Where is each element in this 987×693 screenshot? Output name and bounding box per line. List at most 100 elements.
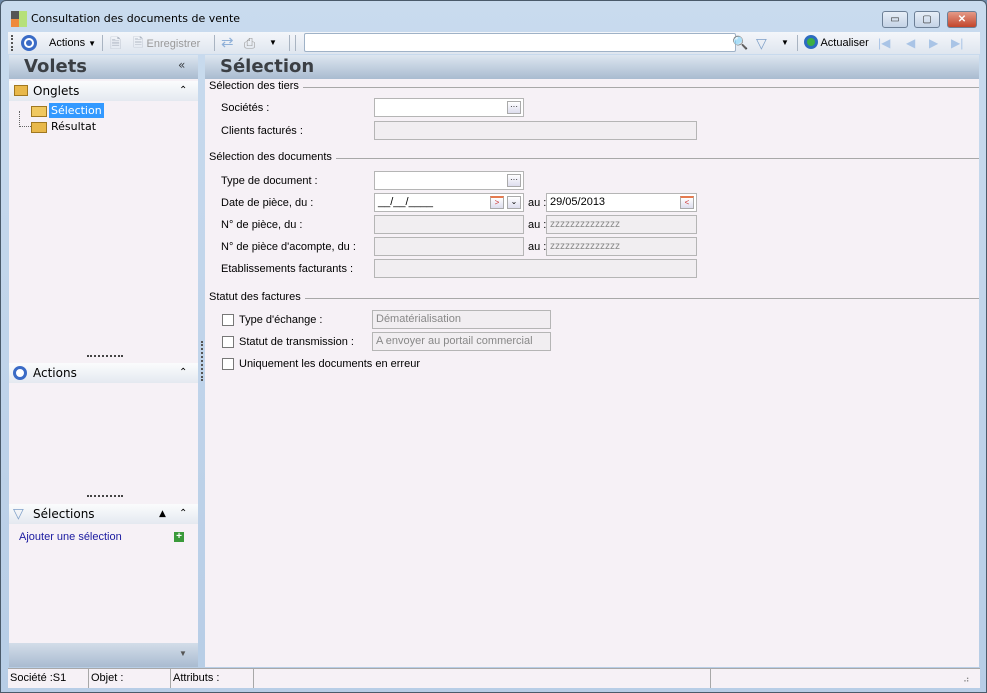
acompte-to-input[interactable]: zzzzzzzzzzzzzz (546, 237, 697, 256)
tree-line (19, 111, 31, 127)
print-dropdown-icon[interactable]: ▼ (269, 32, 277, 54)
actions-icon (13, 366, 27, 380)
societes-input[interactable]: ··· (374, 98, 524, 117)
onglets-header[interactable]: Onglets ⌃ (9, 81, 198, 101)
collapse-section-icon[interactable]: ⌃ (179, 81, 187, 101)
sync-icon[interactable]: ⇄ (221, 32, 234, 54)
volets-header: Volets « (9, 55, 198, 79)
search-icon[interactable]: 🔍 (732, 32, 748, 54)
chevron-down-icon: ▼ (88, 39, 97, 48)
calendar-next-icon[interactable]: > (490, 196, 504, 209)
previous-record-icon[interactable]: ◀ (906, 32, 915, 54)
maximize-button[interactable]: ▢ (914, 11, 940, 28)
num-piece-label: N° de pièce, du : (221, 219, 303, 231)
date-to-value: 29/05/2013 (550, 196, 606, 208)
clients-input[interactable] (374, 121, 697, 140)
status-societe: Société :S1 (8, 669, 89, 688)
minimize-button[interactable]: ▭ (882, 11, 908, 28)
status-bar: Société :S1 Objet : Attributs : ⠴ (8, 668, 980, 688)
au-label: au : (528, 219, 547, 231)
app-logo-icon (11, 11, 27, 27)
actions-menu-button[interactable]: Actions ▼ (49, 32, 96, 54)
num-piece-to-input[interactable]: zzzzzzzzzzzzzz (546, 215, 697, 234)
refresh-icon (804, 35, 818, 49)
window-title: Consultation des documents de vente (31, 12, 241, 25)
tree-item-resultat[interactable]: Résultat (51, 120, 96, 133)
filter-icon[interactable]: ▽ (756, 32, 767, 54)
statut-transmission-checkbox[interactable] (222, 336, 234, 348)
status-empty (254, 669, 711, 688)
toolbar-separator (214, 35, 215, 51)
clients-label: Clients facturés : (221, 125, 303, 137)
onglets-title: Onglets (33, 84, 80, 98)
collapse-section-icon[interactable]: ⌃ (179, 363, 187, 383)
group-tiers-legend: Sélection des tiers (209, 80, 303, 92)
window: Consultation des documents de vente ▭ ▢ … (0, 0, 987, 693)
chevron-down-icon[interactable]: ▼ (179, 649, 187, 658)
page-title: Sélection (220, 56, 315, 77)
tree-item-selection[interactable]: Sélection (49, 103, 104, 118)
side-panel: Volets « Onglets ⌃ Sélection Résultat Ac… (9, 55, 198, 667)
panel-footer: ▼ (9, 643, 198, 667)
status-attributs: Attributs : (171, 669, 254, 688)
etablissements-label: Etablissements facturants : (221, 263, 354, 275)
au-label: au : (528, 241, 547, 253)
toolbar-separator (102, 35, 103, 51)
type-echange-input[interactable]: Dématérialisation (372, 310, 551, 329)
filter-icon: ▽ (13, 506, 24, 522)
scroll-up-icon[interactable]: ▲ (159, 504, 166, 524)
actions-section-header[interactable]: Actions ⌃ (9, 363, 198, 383)
acompte-label: N° de pièce d'acompte, du : (221, 241, 356, 253)
title-bar: Consultation des documents de vente ▭ ▢ … (1, 1, 986, 31)
print-icon[interactable]: ⎙ (244, 32, 255, 54)
search-input[interactable] (304, 33, 736, 52)
statut-transmission-label: Statut de transmission : (239, 336, 354, 348)
selection-header: Sélection (205, 55, 979, 79)
last-record-icon[interactable]: ▶| (951, 32, 963, 54)
preview-icon[interactable]: 🗎 (110, 32, 121, 54)
selections-section-header[interactable]: ▽ Sélections ▲ ⌃ (9, 504, 198, 524)
close-button[interactable]: ✕ (947, 11, 977, 28)
type-echange-label: Type d'échange : (239, 314, 323, 326)
refresh-button[interactable]: Actualiser (804, 32, 869, 54)
num-piece-from-input[interactable] (374, 215, 524, 234)
add-icon[interactable]: + (174, 532, 184, 542)
group-statut-legend: Statut des factures (209, 291, 305, 303)
calendar-prev-icon[interactable]: < (680, 196, 694, 209)
collapse-section-icon[interactable]: ⌃ (179, 504, 187, 524)
filter-dropdown-icon[interactable]: ▼ (781, 32, 789, 54)
resize-grip-icon[interactable]: ⠴ (963, 674, 970, 685)
volets-title: Volets (24, 56, 88, 77)
etablissements-input[interactable] (374, 259, 697, 278)
erreur-checkbox[interactable] (222, 358, 234, 370)
splitter-handle[interactable] (87, 355, 123, 357)
browse-button[interactable]: ··· (507, 101, 521, 114)
save-button[interactable]: 🗎 Enregistrer (133, 32, 200, 54)
actions-icon (21, 35, 37, 51)
divider (209, 87, 979, 88)
date-from-value: __/__/____ (378, 196, 434, 208)
status-objet: Objet : (89, 669, 171, 688)
add-selection-link[interactable]: Ajouter une sélection (19, 531, 122, 543)
acompte-from-input[interactable] (374, 237, 524, 256)
main-content: Sélection Sélection des tiers Sociétés :… (205, 55, 979, 667)
browse-button[interactable]: ··· (507, 174, 521, 187)
folder-icon (31, 122, 47, 133)
statut-transmission-input[interactable]: A envoyer au portail commercial (372, 332, 551, 351)
toolbar-separator (295, 35, 296, 51)
vertical-splitter[interactable] (201, 341, 203, 381)
date-to-input[interactable]: 29/05/2013 < (546, 193, 697, 212)
splitter-handle[interactable] (87, 495, 123, 497)
group-documents-legend: Sélection des documents (209, 151, 336, 163)
erreur-label: Uniquement les documents en erreur (239, 358, 420, 370)
actions-label: Actions (49, 37, 86, 49)
open-folder-icon (31, 106, 47, 117)
first-record-icon[interactable]: |◀ (878, 32, 890, 54)
next-record-icon[interactable]: ▶ (929, 32, 938, 54)
type-document-input[interactable]: ··· (374, 171, 524, 190)
date-from-input[interactable]: __/__/____ > ⌄ (374, 193, 524, 212)
collapse-panel-button[interactable]: « (178, 58, 185, 72)
type-echange-checkbox[interactable] (222, 314, 234, 326)
chevron-down-icon[interactable]: ⌄ (507, 196, 521, 209)
toolbar-grip[interactable] (11, 35, 13, 51)
